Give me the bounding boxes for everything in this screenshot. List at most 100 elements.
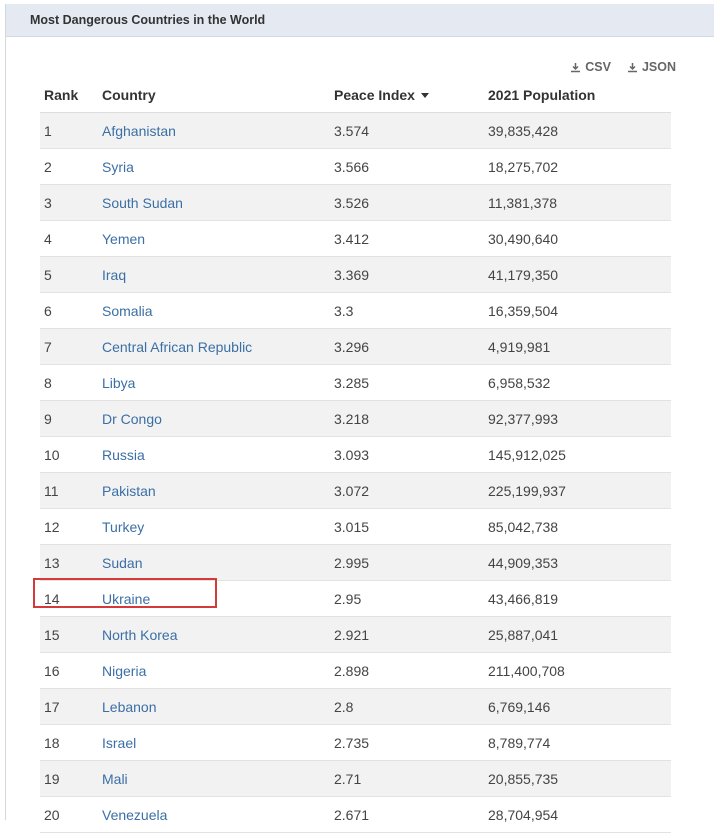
peace-index-cell: 2.95 bbox=[334, 590, 362, 607]
rank-cell: 1 bbox=[44, 122, 52, 139]
table-row: 15 North Korea 2.921 25,887,041 bbox=[40, 616, 671, 653]
rank-cell: 9 bbox=[44, 410, 52, 427]
country-cell: Mali bbox=[102, 760, 334, 797]
country-link[interactable]: Central African Republic bbox=[102, 339, 252, 355]
country-link[interactable]: Somalia bbox=[102, 303, 153, 319]
peace-index-cell: 3.296 bbox=[334, 338, 370, 355]
rank-cell: 1 bbox=[40, 112, 102, 149]
population-cell: 6,958,532 bbox=[488, 364, 671, 401]
rank-cell: 10 bbox=[40, 436, 102, 473]
country-link[interactable]: Russia bbox=[102, 447, 145, 463]
table-row: 5 Iraq 3.369 41,179,350 bbox=[40, 256, 671, 293]
rank-cell: 16 bbox=[40, 652, 102, 689]
country-cell: Israel bbox=[102, 724, 334, 761]
panel-title: Most Dangerous Countries in the World bbox=[6, 4, 714, 37]
country-link[interactable]: Yemen bbox=[102, 231, 145, 247]
peace-index-cell: 2.995 bbox=[334, 544, 488, 581]
country-link[interactable]: Ukraine bbox=[102, 591, 150, 607]
json-label: JSON bbox=[641, 60, 676, 74]
json-download-link[interactable]: JSON bbox=[627, 60, 676, 74]
country-cell: Dr Congo bbox=[102, 400, 334, 437]
rank-cell: 17 bbox=[44, 698, 60, 715]
table-row: 19 Mali 2.71 20,855,735 bbox=[40, 760, 671, 797]
country-cell: Yemen bbox=[102, 220, 334, 257]
rank-cell: 13 bbox=[44, 554, 60, 571]
table-row: 3 South Sudan 3.526 11,381,378 bbox=[40, 184, 671, 221]
country-cell: Turkey bbox=[102, 508, 334, 545]
country-link[interactable]: Afghanistan bbox=[102, 123, 176, 139]
country-cell: Somalia bbox=[102, 292, 334, 329]
download-links: CSV JSON bbox=[570, 60, 676, 74]
rank-cell: 4 bbox=[44, 230, 52, 247]
column-header-peace-index[interactable]: Peace Index bbox=[334, 77, 488, 113]
peace-index-cell: 3.566 bbox=[334, 158, 370, 175]
peace-index-cell: 2.898 bbox=[334, 662, 370, 679]
peace-index-cell: 2.898 bbox=[334, 652, 488, 689]
peace-index-cell: 3.574 bbox=[334, 112, 488, 149]
country-link[interactable]: Syria bbox=[102, 159, 134, 175]
peace-index-cell: 3.285 bbox=[334, 364, 488, 401]
rank-cell: 11 bbox=[40, 472, 102, 509]
population-cell: 20,855,735 bbox=[488, 760, 671, 797]
peace-index-cell: 3.218 bbox=[334, 400, 488, 437]
table-row: 16 Nigeria 2.898 211,400,708 bbox=[40, 652, 671, 689]
csv-download-link[interactable]: CSV bbox=[570, 60, 611, 74]
country-link[interactable]: Venezuela bbox=[102, 807, 167, 823]
country-link[interactable]: North Korea bbox=[102, 627, 177, 643]
population-cell: 25,887,041 bbox=[488, 616, 671, 653]
population-cell: 16,359,504 bbox=[488, 292, 671, 329]
population-cell: 6,958,532 bbox=[488, 374, 551, 391]
country-cell: Iraq bbox=[102, 256, 334, 293]
peace-index-cell: 2.71 bbox=[334, 760, 488, 797]
rank-cell: 10 bbox=[44, 446, 60, 463]
column-header-population[interactable]: 2021 Population bbox=[488, 77, 671, 113]
peace-index-cell: 3.3 bbox=[334, 292, 488, 329]
country-link[interactable]: Libya bbox=[102, 375, 135, 391]
country-link[interactable]: Iraq bbox=[102, 267, 126, 283]
csv-label: CSV bbox=[585, 60, 611, 74]
population-cell: 41,179,350 bbox=[488, 256, 671, 293]
peace-index-cell: 2.95 bbox=[334, 580, 488, 617]
column-header-country[interactable]: Country bbox=[102, 77, 334, 113]
population-cell: 225,199,937 bbox=[488, 482, 566, 499]
peace-index-cell: 3.412 bbox=[334, 220, 488, 257]
population-cell: 11,381,378 bbox=[488, 184, 671, 221]
country-link[interactable]: Pakistan bbox=[102, 483, 156, 499]
rank-cell: 8 bbox=[44, 374, 52, 391]
table-row: 8 Libya 3.285 6,958,532 bbox=[40, 364, 671, 401]
peace-index-cell: 3.285 bbox=[334, 374, 370, 391]
population-cell: 8,789,774 bbox=[488, 724, 671, 761]
country-link[interactable]: Mali bbox=[102, 771, 128, 787]
rank-cell: 4 bbox=[40, 220, 102, 257]
population-cell: 92,377,993 bbox=[488, 410, 559, 427]
table-row: 13 Sudan 2.995 44,909,353 bbox=[40, 544, 671, 581]
peace-index-cell: 3.296 bbox=[334, 328, 488, 365]
population-cell: 30,490,640 bbox=[488, 230, 559, 247]
country-link[interactable]: Sudan bbox=[102, 555, 142, 571]
table-row: 4 Yemen 3.412 30,490,640 bbox=[40, 220, 671, 257]
country-cell: Lebanon bbox=[102, 688, 334, 725]
country-cell: Central African Republic bbox=[102, 328, 334, 365]
peace-index-cell: 3.526 bbox=[334, 194, 370, 211]
rank-cell: 11 bbox=[44, 482, 59, 499]
peace-index-cell: 2.8 bbox=[334, 688, 488, 725]
country-cell: Pakistan bbox=[102, 472, 334, 509]
rank-cell: 12 bbox=[44, 518, 60, 535]
country-link[interactable]: Turkey bbox=[102, 519, 144, 535]
table-row: 1 Afghanistan 3.574 39,835,428 bbox=[40, 112, 671, 149]
country-link[interactable]: South Sudan bbox=[102, 195, 183, 211]
column-header-rank[interactable]: Rank bbox=[40, 77, 102, 113]
table-row: 11 Pakistan 3.072 225,199,937 bbox=[40, 472, 671, 509]
population-cell: 44,909,353 bbox=[488, 544, 671, 581]
peace-index-cell: 2.921 bbox=[334, 616, 488, 653]
rank-cell: 5 bbox=[40, 256, 102, 293]
country-link[interactable]: Israel bbox=[102, 735, 136, 751]
country-cell: Afghanistan bbox=[102, 112, 334, 149]
country-link[interactable]: Lebanon bbox=[102, 699, 157, 715]
country-link[interactable]: Nigeria bbox=[102, 663, 146, 679]
rank-cell: 18 bbox=[40, 724, 102, 761]
rank-cell: 14 bbox=[40, 580, 102, 617]
population-cell: 18,275,702 bbox=[488, 158, 559, 175]
country-link[interactable]: Dr Congo bbox=[102, 411, 162, 427]
population-cell: 4,919,981 bbox=[488, 338, 551, 355]
